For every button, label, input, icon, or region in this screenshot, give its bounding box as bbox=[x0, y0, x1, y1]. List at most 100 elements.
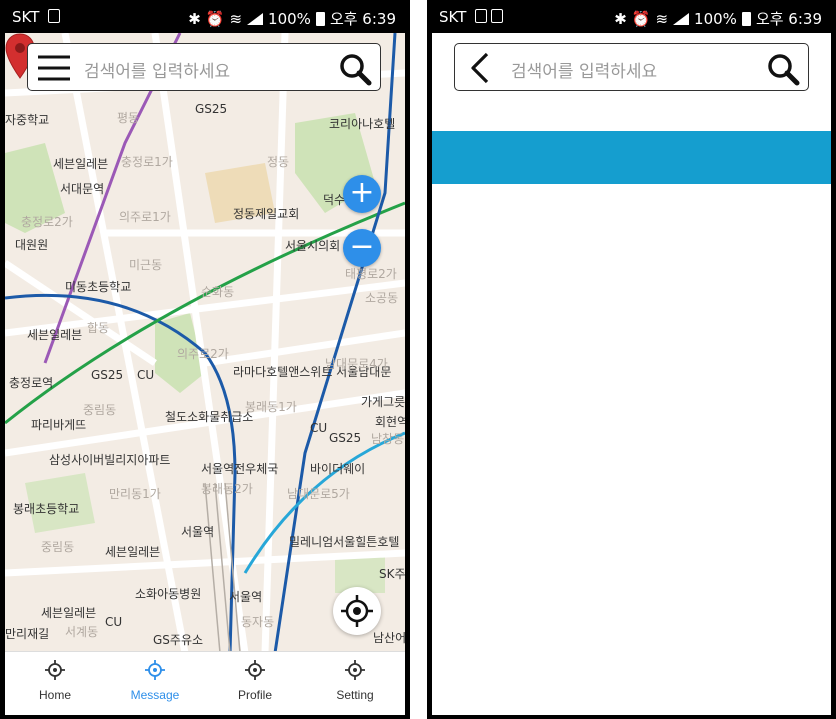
search-placeholder[interactable]: 검색어를 입력하세요 bbox=[511, 57, 657, 82]
map-label: GS25 bbox=[91, 368, 124, 382]
map-label: 동자동 bbox=[241, 615, 275, 629]
map-label: 세븐일레븐 bbox=[27, 328, 83, 342]
sim-icon bbox=[48, 9, 60, 23]
target-icon bbox=[45, 660, 65, 680]
map-label: 서울역 bbox=[181, 525, 215, 539]
map-label: GS25 bbox=[329, 431, 362, 445]
tab-setting[interactable]: Setting bbox=[305, 652, 405, 715]
map-screen: GS25 코리아나호텔 세븐일레븐 서대문역 정동제일교회 서울시의회 대원원 … bbox=[5, 33, 405, 715]
tab-message[interactable]: Message bbox=[105, 652, 205, 715]
map-label: GS25 bbox=[195, 102, 228, 116]
map-label: 정동제일교회 bbox=[233, 207, 300, 221]
map-label: 자중학교 bbox=[5, 113, 50, 127]
target-icon bbox=[245, 660, 265, 680]
map-label: GS주유소 bbox=[153, 633, 204, 647]
tab-label: Setting bbox=[336, 688, 374, 702]
map-label: 만리동1가 bbox=[109, 487, 161, 501]
target-icon bbox=[145, 660, 165, 680]
clock: 오후 6:39 bbox=[755, 10, 822, 28]
map-label: CU bbox=[105, 615, 123, 629]
map-label: 미동초등학교 bbox=[65, 280, 132, 294]
hamburger-icon[interactable] bbox=[36, 52, 72, 84]
crosshair-icon bbox=[341, 595, 373, 627]
map-label: 파리바게뜨 bbox=[31, 418, 87, 432]
status-bar: SKT ✱ ⏰ ≋ 100% 오후 6:39 bbox=[0, 0, 410, 33]
map-label: 가게그릇 bbox=[361, 395, 405, 409]
map-label: 밀레니엄서울힐튼호텔 bbox=[289, 535, 400, 549]
map-label: 철도소화물취급소 bbox=[165, 410, 254, 424]
map-label: 남창동 bbox=[371, 432, 405, 446]
map-label: 충정로1가 bbox=[121, 155, 173, 169]
map-label: 삼성사이버빌리지아파트 bbox=[49, 453, 171, 467]
map-label: SK주 bbox=[379, 567, 405, 581]
clock: 오후 6:39 bbox=[329, 10, 396, 28]
map-label: 봉래초등학교 bbox=[13, 502, 80, 516]
tab-home[interactable]: Home bbox=[5, 652, 105, 715]
search-bar[interactable]: 검색어를 입력하세요 bbox=[27, 43, 381, 91]
bottom-tab-bar: Home Message Profile Setting bbox=[5, 651, 405, 715]
battery-percent: 100% bbox=[694, 9, 737, 28]
map-label: 덕수 bbox=[323, 193, 346, 207]
map-label: 세븐일레븐 bbox=[105, 545, 161, 559]
carrier-label: SKT bbox=[439, 8, 467, 26]
map-label: 의주로1가 bbox=[119, 210, 171, 224]
map-label: 세븐일레븐 bbox=[53, 157, 109, 171]
wifi-icon: ≋ bbox=[655, 9, 669, 28]
search-placeholder[interactable]: 검색어를 입력하세요 bbox=[84, 57, 230, 82]
map-label: 회현역 bbox=[375, 415, 405, 429]
search-bar[interactable]: 검색어를 입력하세요 bbox=[454, 43, 809, 91]
sim-icon bbox=[491, 9, 503, 23]
zoom-out-button[interactable]: − bbox=[343, 229, 381, 267]
magnifier-icon[interactable] bbox=[338, 52, 372, 86]
image-icon bbox=[475, 9, 487, 23]
right-phone: SKT ✱ ⏰ ≋ 100% 오후 6:39 검색어를 입력하세요 bbox=[427, 0, 836, 719]
bluetooth-icon: ✱ bbox=[614, 9, 627, 28]
map-label: 봉래동1가 bbox=[245, 400, 297, 414]
map-label: 중림동 bbox=[41, 540, 75, 554]
alarm-icon: ⏰ bbox=[631, 9, 651, 28]
map-label: 소공동 bbox=[365, 291, 399, 305]
battery-icon bbox=[741, 11, 751, 26]
map-label: 서울역 bbox=[229, 590, 263, 604]
map-label: 만리재길 bbox=[5, 627, 50, 641]
map-label: 태평로2가 bbox=[345, 267, 397, 281]
map-label: CU bbox=[310, 421, 328, 435]
my-location-button[interactable] bbox=[333, 587, 381, 635]
map-label: 평동 bbox=[117, 111, 140, 125]
tab-profile[interactable]: Profile bbox=[205, 652, 305, 715]
wifi-icon: ≋ bbox=[229, 9, 243, 28]
map-label: CU bbox=[137, 368, 155, 382]
map-label: 서울시의회 bbox=[285, 239, 341, 253]
map-label: 충정로2가 bbox=[21, 215, 73, 229]
map-label: 정동 bbox=[267, 155, 290, 169]
map-label: 남대문로4가 bbox=[325, 357, 388, 371]
map-label: 대원원 bbox=[15, 238, 49, 252]
back-chevron-icon[interactable] bbox=[463, 52, 499, 84]
signal-icon bbox=[673, 12, 690, 25]
map-label: 미근동 bbox=[129, 258, 163, 272]
map-label: 코리아나호텔 bbox=[329, 117, 396, 131]
magnifier-icon[interactable] bbox=[766, 52, 800, 86]
map-label: 합동 bbox=[87, 321, 110, 335]
map-view[interactable]: GS25 코리아나호텔 세븐일레븐 서대문역 정동제일교회 서울시의회 대원원 … bbox=[5, 33, 405, 653]
map-label: 충정로역 bbox=[9, 376, 54, 390]
tab-label: Message bbox=[130, 688, 180, 702]
bluetooth-icon: ✱ bbox=[188, 9, 201, 28]
map-label: 서울역전우체국 bbox=[201, 462, 279, 476]
map-label: 의주로2가 bbox=[177, 347, 229, 361]
tab-label: Home bbox=[38, 688, 71, 702]
alarm-icon: ⏰ bbox=[205, 9, 225, 28]
results-header-band bbox=[432, 131, 831, 184]
zoom-in-button[interactable]: + bbox=[343, 175, 381, 213]
map-label: 세븐일레븐 bbox=[41, 606, 97, 620]
tab-label: Profile bbox=[237, 688, 272, 702]
map-label: 남대문로5가 bbox=[287, 487, 350, 501]
map-label: 서계동 bbox=[65, 625, 99, 639]
map-label: 서대문역 bbox=[60, 182, 105, 196]
map-label: 바이더웨이 bbox=[310, 462, 366, 476]
map-label: 중림동 bbox=[83, 403, 117, 417]
search-screen: 검색어를 입력하세요 bbox=[432, 33, 831, 715]
carrier-label: SKT bbox=[12, 8, 40, 26]
target-icon bbox=[345, 660, 365, 680]
map-label: 봉래동2가 bbox=[201, 482, 253, 496]
